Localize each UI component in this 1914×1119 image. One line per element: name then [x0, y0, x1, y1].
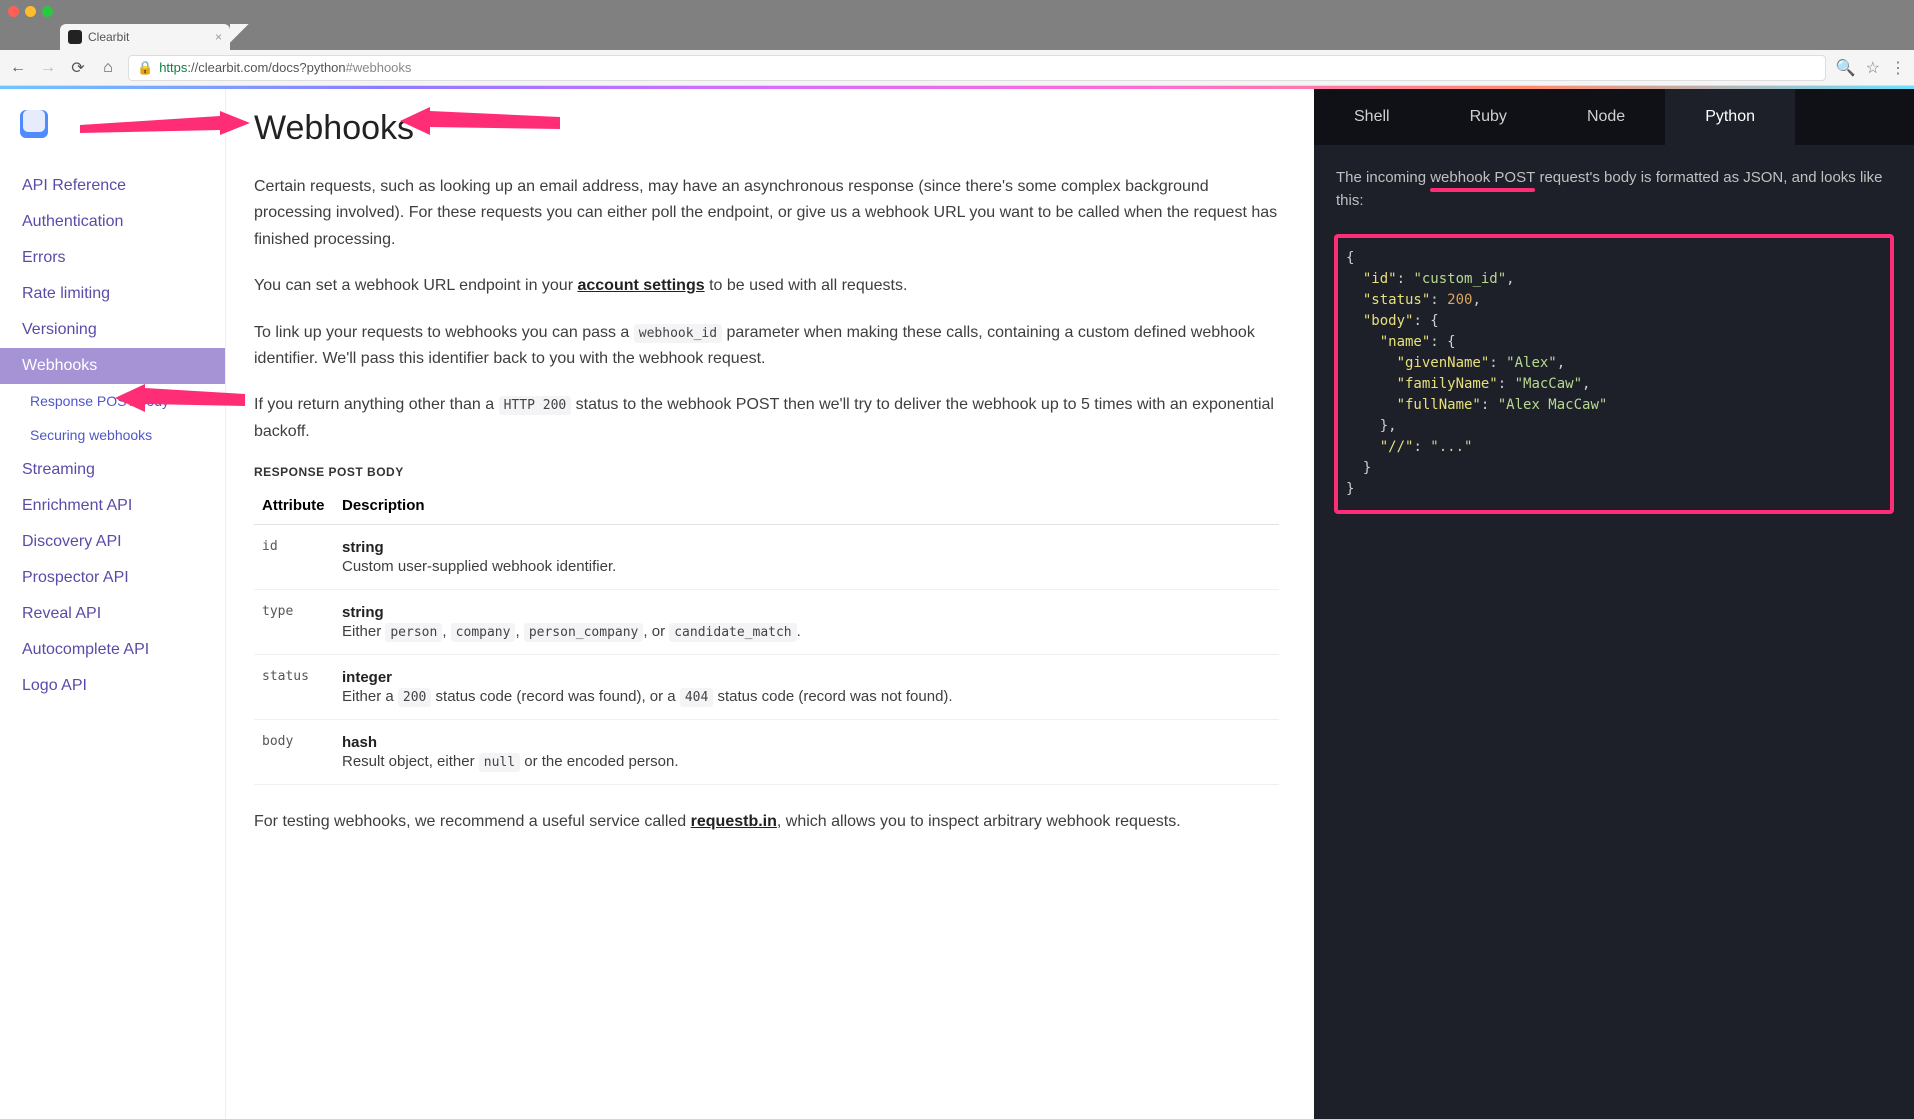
table-row: statusintegerEither a 200 status code (r…	[254, 655, 1279, 720]
close-tab-icon[interactable]: ×	[215, 30, 222, 44]
window-close-dot[interactable]	[8, 6, 19, 17]
search-icon[interactable]: 🔍	[1836, 58, 1856, 78]
attributes-table: Attribute Description idstringCustom use…	[254, 487, 1279, 785]
retry-paragraph: If you return anything other than a HTTP…	[254, 392, 1279, 445]
url-host: ://clearbit.com	[187, 60, 268, 75]
account-settings-link[interactable]: account settings	[577, 277, 704, 294]
sidebar-item-authentication[interactable]: Authentication	[0, 204, 225, 240]
sidebar-item-webhooks[interactable]: Webhooks	[0, 348, 225, 384]
sidebar-item-enrichment-api[interactable]: Enrichment API	[0, 488, 225, 524]
tab-after-shape	[230, 24, 250, 50]
sidebar-subitem-response-post-body[interactable]: Response POST body	[0, 384, 225, 418]
sidebar-item-logo-api[interactable]: Logo API	[0, 668, 225, 704]
sidebar-item-prospector-api[interactable]: Prospector API	[0, 560, 225, 596]
reload-button[interactable]: ⟳	[68, 58, 88, 78]
th-description: Description	[334, 487, 1279, 525]
requestbin-link[interactable]: requestb.in	[691, 813, 777, 830]
sidebar-subitem-securing-webhooks[interactable]: Securing webhooks	[0, 418, 225, 452]
code-block-highlight-box: { "id": "custom_id", "status": 200, "bod…	[1334, 234, 1894, 514]
brand-logo[interactable]	[20, 110, 48, 138]
http-200-code: HTTP 200	[499, 396, 572, 415]
webhook-id-code: webhook_id	[634, 324, 722, 343]
response-post-body-heading: RESPONSE POST BODY	[254, 465, 1279, 479]
browser-tab-strip: Clearbit ×	[0, 22, 1914, 50]
json-code-sample: { "id": "custom_id", "status": 200, "bod…	[1346, 248, 1882, 500]
star-icon[interactable]: ☆	[1866, 58, 1880, 78]
sidebar-item-discovery-api[interactable]: Discovery API	[0, 524, 225, 560]
highlight-1: webhook POST	[1430, 169, 1535, 186]
language-tabs: ShellRubyNodePython	[1314, 89, 1914, 145]
forward-button[interactable]: →	[38, 59, 58, 77]
intro-paragraph: Certain requests, such as looking up an …	[254, 174, 1279, 253]
lang-tab-shell[interactable]: Shell	[1314, 89, 1430, 145]
webhook-id-paragraph: To link up your requests to webhooks you…	[254, 320, 1279, 373]
mac-titlebar	[0, 0, 1914, 22]
testing-paragraph: For testing webhooks, we recommend a use…	[254, 809, 1279, 835]
sidebar-item-versioning[interactable]: Versioning	[0, 312, 225, 348]
lang-tab-ruby[interactable]: Ruby	[1430, 89, 1547, 145]
sidebar-item-rate-limiting[interactable]: Rate limiting	[0, 276, 225, 312]
code-description: The incoming webhook POST request's body…	[1314, 145, 1914, 226]
window-min-dot[interactable]	[25, 6, 36, 17]
account-settings-paragraph: You can set a webhook URL endpoint in yo…	[254, 273, 1279, 299]
window-max-dot[interactable]	[42, 6, 53, 17]
table-row: typestringEither person, company, person…	[254, 590, 1279, 655]
app: API ReferenceAuthenticationErrorsRate li…	[0, 89, 1914, 1119]
code-pane: ShellRubyNodePython The incoming webhook…	[1314, 89, 1914, 1119]
url-path: /docs?python	[268, 60, 345, 75]
sidebar-item-errors[interactable]: Errors	[0, 240, 225, 276]
address-bar[interactable]: 🔒 https ://clearbit.com /docs?python #we…	[128, 55, 1826, 81]
browser-toolbar: ← → ⟳ ⌂ 🔒 https ://clearbit.com /docs?py…	[0, 50, 1914, 86]
browser-tab[interactable]: Clearbit ×	[60, 24, 230, 50]
home-button[interactable]: ⌂	[98, 59, 118, 77]
main-content: Webhooks Certain requests, such as looki…	[225, 89, 1314, 1119]
lang-tab-python[interactable]: Python	[1665, 89, 1795, 145]
tab-title: Clearbit	[88, 30, 129, 44]
back-button[interactable]: ←	[8, 59, 28, 77]
lang-tab-node[interactable]: Node	[1547, 89, 1665, 145]
favicon	[68, 30, 82, 44]
table-row: idstringCustom user-supplied webhook ide…	[254, 525, 1279, 590]
url-scheme: https	[159, 60, 187, 75]
url-fragment: #webhooks	[346, 60, 412, 75]
sidebar-item-reveal-api[interactable]: Reveal API	[0, 596, 225, 632]
sidebar-item-streaming[interactable]: Streaming	[0, 452, 225, 488]
sidebar: API ReferenceAuthenticationErrorsRate li…	[0, 89, 225, 1119]
sidebar-item-autocomplete-api[interactable]: Autocomplete API	[0, 632, 225, 668]
table-row: bodyhashResult object, either null or th…	[254, 720, 1279, 785]
lock-icon: 🔒	[137, 60, 153, 76]
page-title: Webhooks	[254, 109, 1279, 148]
menu-icon[interactable]: ⋮	[1890, 58, 1906, 78]
th-attribute: Attribute	[254, 487, 334, 525]
sidebar-item-api-reference[interactable]: API Reference	[0, 168, 225, 204]
